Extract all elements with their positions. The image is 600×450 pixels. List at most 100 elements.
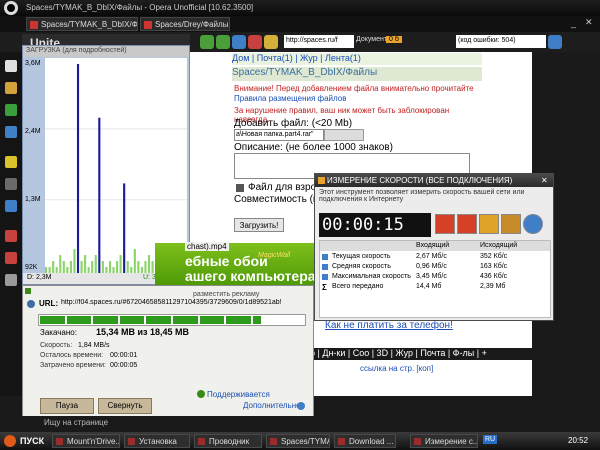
speed-window-title: ИЗМЕРЕНИЕ СКОРОСТИ (ВСЕ ПОДКЛЮЧЕНИЯ)	[315, 174, 553, 187]
progress-segment	[40, 316, 65, 324]
pause-button[interactable]: Пауза	[40, 398, 94, 414]
tab-favicon-icon	[144, 21, 152, 29]
progress-segment	[173, 316, 198, 324]
minimize-button[interactable]: Свернуть	[98, 398, 152, 414]
close-icon[interactable]: ✕	[541, 176, 548, 185]
taskbar-item-label: Измерение с...	[425, 437, 478, 446]
record-icon[interactable]	[435, 214, 455, 234]
app-icon	[128, 438, 135, 445]
speed-label: Скорость:	[40, 342, 73, 349]
taskbar-item[interactable]: Измерение с...	[410, 434, 478, 448]
search-icon[interactable]	[548, 35, 562, 49]
contacts-icon[interactable]	[5, 274, 17, 286]
download-filename: chast).mp4	[185, 242, 229, 251]
opera-logo-icon[interactable]	[4, 1, 18, 15]
start-button[interactable]: ПУСК	[2, 434, 46, 448]
ad-text: ашего компьютера!	[185, 268, 321, 284]
traffic-bar	[80, 261, 83, 273]
row-icon	[322, 264, 328, 270]
y-label: 1,3M	[25, 196, 41, 203]
error-field[interactable]: (код ошибки: 504)	[456, 35, 546, 48]
bottom-nav[interactable]: р | Дн-ки | Соо | 3D | Жур | Почта | Ф-л…	[310, 348, 532, 360]
speed-test-window[interactable]: ИЗМЕРЕНИЕ СКОРОСТИ (ВСЕ ПОДКЛЮЧЕНИЯ) ✕ Э…	[314, 173, 554, 321]
phone-link[interactable]: Как не платить за телефон!	[325, 320, 453, 331]
traffic-bar	[62, 261, 65, 273]
ad-text: ебные обои	[185, 253, 268, 269]
tab-spaces-files[interactable]: Spaces/TYMAK_B_DbIX/Файлы	[26, 17, 138, 31]
adult-checkbox[interactable]	[236, 184, 244, 192]
row-label: Всего передано	[332, 283, 384, 290]
y-label: 2,4M	[25, 128, 41, 135]
sigma-icon: Σ	[322, 283, 327, 292]
traffic-bar	[119, 255, 122, 273]
home-icon[interactable]	[264, 35, 278, 49]
history-icon[interactable]	[5, 126, 17, 138]
address-field[interactable]: http://spaces.ru/f	[284, 35, 354, 48]
ad-brand: MagicWall	[258, 252, 291, 259]
warning-icon[interactable]	[5, 156, 17, 168]
table-row: Текущая скорость 2,67 Мб/с 352 Кб/с	[320, 253, 550, 263]
traffic-bar	[52, 261, 55, 273]
forward-icon[interactable]	[216, 35, 230, 49]
taskbar-item[interactable]: Проводник	[194, 434, 262, 448]
elapsed-label: Затрачено времени:	[40, 362, 106, 369]
stop-icon[interactable]	[457, 214, 477, 234]
supported-icon	[197, 390, 205, 398]
row-icon	[322, 254, 328, 260]
remaining-value: 00:00:01	[110, 352, 138, 359]
reload-icon[interactable]	[232, 35, 246, 49]
taskbar-item[interactable]: Download ...	[334, 434, 396, 448]
notes-icon[interactable]	[5, 60, 17, 72]
app-icon	[198, 438, 205, 445]
bookmarks-icon[interactable]	[5, 82, 17, 94]
page-link[interactable]: ссылка на стр. [коп]	[360, 364, 433, 373]
taskbar-item-label: Mount'n'Drive...	[67, 437, 120, 446]
traffic-bar	[69, 261, 72, 273]
taskbar-item[interactable]: Mount'n'Drive...	[52, 434, 120, 448]
copy-icon[interactable]	[479, 214, 499, 234]
y-label: 92K	[25, 264, 38, 271]
widgets-icon[interactable]	[5, 200, 17, 212]
taskbar-item[interactable]: Установка	[124, 434, 190, 448]
taskbar-item-label: Проводник	[209, 437, 250, 446]
traffic-bar	[151, 261, 154, 273]
site-nav[interactable]: Дом | Почта(1) | Жур | Лента(1)	[232, 53, 482, 65]
chat-icon[interactable]	[5, 252, 17, 264]
upload-button[interactable]: Загрузить!	[234, 218, 284, 232]
more-link[interactable]: Дополнительно	[243, 401, 301, 410]
traffic-bar	[76, 63, 80, 273]
traffic-bar	[101, 261, 104, 273]
stop-icon[interactable]	[248, 35, 262, 49]
supported-link[interactable]: Поддерживается	[207, 390, 270, 399]
hide-ad-link[interactable]: разместить рекламу	[193, 291, 259, 298]
traffic-bar	[133, 249, 136, 273]
clock: 20:52	[568, 436, 589, 445]
traffic-bar	[98, 117, 101, 273]
compat-label: Совместимость (в...	[234, 194, 327, 205]
browse-button[interactable]	[324, 129, 364, 141]
back-icon[interactable]	[200, 35, 214, 49]
more-icon[interactable]	[297, 402, 305, 410]
help-icon[interactable]	[523, 214, 543, 234]
progress-segment	[146, 316, 171, 324]
file-input[interactable]: a\Новая папка.part4.rar"	[234, 129, 324, 141]
breadcrumb: Spaces/TYMAK_B_DbIX/Файлы	[232, 67, 482, 81]
taskbar-item[interactable]: Spaces/TYMA...	[266, 434, 330, 448]
close-icon[interactable]: ✕	[585, 17, 595, 27]
tab-spaces-drey[interactable]: Spaces/Drey/Файлы	[140, 17, 230, 31]
mail-icon[interactable]	[5, 230, 17, 242]
tab-favicon-icon	[30, 21, 38, 29]
rules-link[interactable]: Правила размещения файлов	[234, 94, 484, 103]
col-outgoing: Исходящий	[480, 242, 518, 249]
document-label: Документ:	[356, 36, 389, 43]
sidebar	[0, 52, 22, 396]
add-file-label: Добавить файл: (<20 Mb)	[234, 118, 353, 129]
warning-text: Внимание! Перед добавлением файла внимат…	[234, 84, 474, 93]
transfers-icon[interactable]	[5, 104, 17, 116]
status-text: Ищу на странице	[44, 418, 109, 427]
traffic-bar	[84, 255, 87, 273]
save-icon[interactable]	[501, 214, 521, 234]
info-icon[interactable]	[5, 178, 17, 190]
minimize-icon[interactable]: _	[571, 18, 581, 28]
language-indicator[interactable]: RU	[483, 435, 498, 444]
